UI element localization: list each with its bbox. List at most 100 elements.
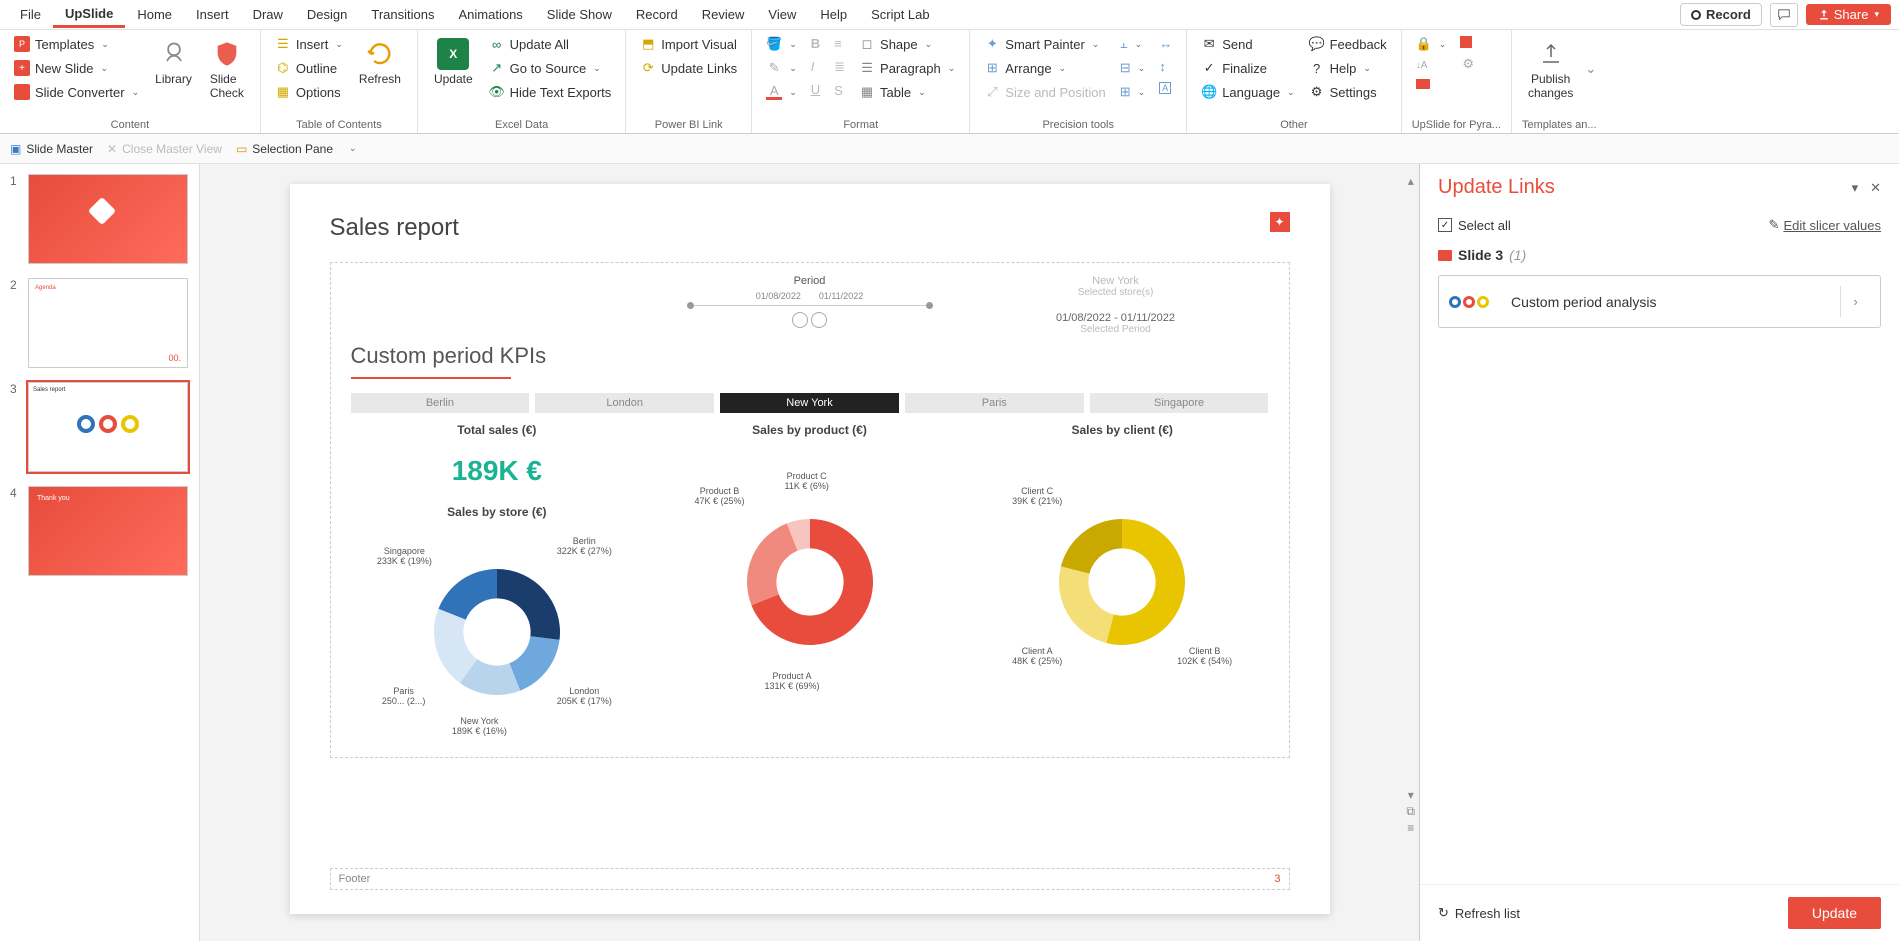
update-all-button[interactable]: ∞Update All: [485, 34, 616, 54]
zoom-icon[interactable]: ≡: [1407, 821, 1414, 835]
menu-record[interactable]: Record: [624, 3, 690, 26]
slide-master-button[interactable]: ▣Slide Master: [10, 142, 93, 156]
outline-color-button[interactable]: ✎⌄: [762, 58, 801, 78]
fill-button[interactable]: 🪣⌄: [762, 34, 801, 54]
link-card[interactable]: Custom period analysis ›: [1438, 275, 1881, 328]
library-button[interactable]: Library: [149, 34, 198, 90]
select-all-checkbox[interactable]: ✓Select all: [1438, 218, 1511, 233]
thumb-4[interactable]: Thank you: [28, 486, 188, 576]
menu-draw[interactable]: Draw: [241, 3, 295, 26]
fit-icon[interactable]: ⧉: [1406, 804, 1415, 819]
menu-upslide[interactable]: UpSlide: [53, 2, 125, 28]
menu-home[interactable]: Home: [125, 3, 184, 26]
edit-slicer-button[interactable]: ✎Edit slicer values: [1769, 217, 1881, 233]
paragraph-button[interactable]: ☰Paragraph⌄: [855, 58, 959, 78]
scroll-up-icon[interactable]: ▴: [1408, 174, 1414, 188]
menu-view[interactable]: View: [756, 3, 808, 26]
total-value: 189K €: [351, 455, 644, 487]
options-button[interactable]: ▦Options: [271, 82, 347, 102]
city-tab-berlin[interactable]: Berlin: [351, 393, 530, 413]
helpbtn-button[interactable]: ?Help⌄: [1305, 58, 1391, 78]
close-master-button[interactable]: ✕Close Master View: [107, 142, 222, 156]
wh-button[interactable]: ↕: [1155, 57, 1176, 76]
menu-file[interactable]: File: [8, 3, 53, 26]
menu-animations[interactable]: Animations: [446, 3, 534, 26]
city-tab-newyork[interactable]: New York: [720, 393, 899, 413]
align1-button[interactable]: ⫠⌄: [1116, 34, 1149, 54]
share-button[interactable]: Share▾: [1806, 4, 1891, 25]
slide-converter-button[interactable]: Slide Converter⌄: [10, 82, 143, 102]
toolbar-overflow-button[interactable]: ⌄: [347, 143, 357, 154]
menu-review[interactable]: Review: [690, 3, 757, 26]
font-color-button[interactable]: A⌄: [762, 82, 801, 102]
align-center-button[interactable]: ≣: [830, 57, 849, 77]
feedback-button[interactable]: 💬Feedback: [1305, 34, 1391, 54]
card-expand-icon[interactable]: ›: [1840, 286, 1870, 317]
strike-button[interactable]: S: [830, 81, 849, 100]
import-visual-button[interactable]: ⬒Import Visual: [636, 34, 741, 54]
thumb-1[interactable]: [28, 174, 188, 264]
ribbon-collapse-button[interactable]: ⌄: [1585, 61, 1596, 77]
menu-scriptlab[interactable]: Script Lab: [859, 3, 942, 26]
send-button[interactable]: ✉Send: [1197, 34, 1298, 54]
update-button[interactable]: Update: [1788, 897, 1881, 929]
pyr1-button[interactable]: 🔒⌄: [1412, 34, 1451, 54]
upload-icon: [1535, 38, 1567, 70]
update-links-button[interactable]: ⟳Update Links: [636, 58, 741, 78]
align3-button[interactable]: ⊞⌄: [1116, 82, 1149, 102]
bold-button[interactable]: B: [807, 34, 824, 53]
city-tab-london[interactable]: London: [535, 393, 714, 413]
scroll-down-icon[interactable]: ▾: [1408, 788, 1414, 802]
text-fit-button[interactable]: A: [1155, 80, 1176, 96]
thumb-num-3: 3: [10, 382, 22, 472]
comments-button[interactable]: [1770, 3, 1798, 27]
pyr5-button[interactable]: ⚙: [1456, 54, 1480, 74]
go-to-source-button[interactable]: ↗Go to Source⌄: [485, 58, 616, 78]
toc-insert-button[interactable]: ☰Insert⌄: [271, 34, 347, 54]
finalize-button[interactable]: ✓Finalize: [1197, 58, 1298, 78]
refresh-list-button[interactable]: ↻Refresh list: [1438, 905, 1520, 921]
slide-check-button[interactable]: Slide Check: [204, 34, 250, 104]
align-left-button[interactable]: ≡: [830, 34, 849, 53]
menu-design[interactable]: Design: [295, 3, 359, 26]
city-tab-singapore[interactable]: Singapore: [1090, 393, 1269, 413]
publish-changes-button[interactable]: Publish changes: [1522, 34, 1579, 104]
thumb-3[interactable]: Sales report: [28, 382, 188, 472]
new-slide-button[interactable]: +New Slide⌄: [10, 58, 143, 78]
shape-button[interactable]: ◻Shape⌄: [855, 34, 959, 54]
table-button[interactable]: ▦Table⌄: [855, 82, 959, 102]
outline-button[interactable]: ⌬Outline: [271, 58, 347, 78]
align2-button[interactable]: ⊟⌄: [1116, 58, 1149, 78]
record-button[interactable]: Record: [1680, 3, 1762, 26]
thumb-2[interactable]: Agenda00.: [28, 278, 188, 368]
hw-button[interactable]: ↔: [1155, 34, 1176, 53]
settings-button[interactable]: ⚙Settings: [1305, 82, 1391, 102]
city-tab-paris[interactable]: Paris: [905, 393, 1084, 413]
refresh-button[interactable]: Refresh: [353, 34, 407, 90]
panel-close-icon[interactable]: ✕: [1870, 180, 1881, 196]
panel-dropdown-icon[interactable]: ▾: [1852, 180, 1859, 196]
menu-insert[interactable]: Insert: [184, 3, 241, 26]
menu-help[interactable]: Help: [808, 3, 859, 26]
pyr4-button[interactable]: [1456, 34, 1480, 50]
size-position-button[interactable]: ⤢Size and Position: [980, 82, 1109, 102]
excel-update-button[interactable]: XUpdate: [428, 34, 479, 90]
donut-segment-label: New York 189K € (16%): [452, 717, 507, 737]
selection-pane-button[interactable]: ▭Selection Pane: [236, 142, 333, 156]
arrange-button[interactable]: ⊞Arrange⌄: [980, 58, 1109, 78]
menu-slideshow[interactable]: Slide Show: [535, 3, 624, 26]
slide-canvas[interactable]: ▴ ▾ ⧉ ≡ Sales report ✦ Period 01/08/2022…: [200, 164, 1419, 941]
italic-button[interactable]: I: [807, 57, 824, 76]
pyr3-button[interactable]: [1412, 77, 1451, 91]
slidemaster-icon: ▣: [10, 142, 21, 156]
underline-icon: U: [811, 82, 820, 97]
menu-transitions[interactable]: Transitions: [359, 3, 446, 26]
language-button[interactable]: 🌐Language⌄: [1197, 82, 1298, 102]
smart-painter-button[interactable]: ✦Smart Painter⌄: [980, 34, 1109, 54]
templates-button[interactable]: PTemplates⌄: [10, 34, 143, 54]
bold-icon: B: [811, 36, 820, 51]
record-icon: [1691, 10, 1701, 20]
hide-exports-button[interactable]: 👁Hide Text Exports: [485, 82, 616, 102]
pyr2-button[interactable]: ↓A: [1412, 58, 1451, 73]
underline-button[interactable]: U: [807, 80, 824, 99]
